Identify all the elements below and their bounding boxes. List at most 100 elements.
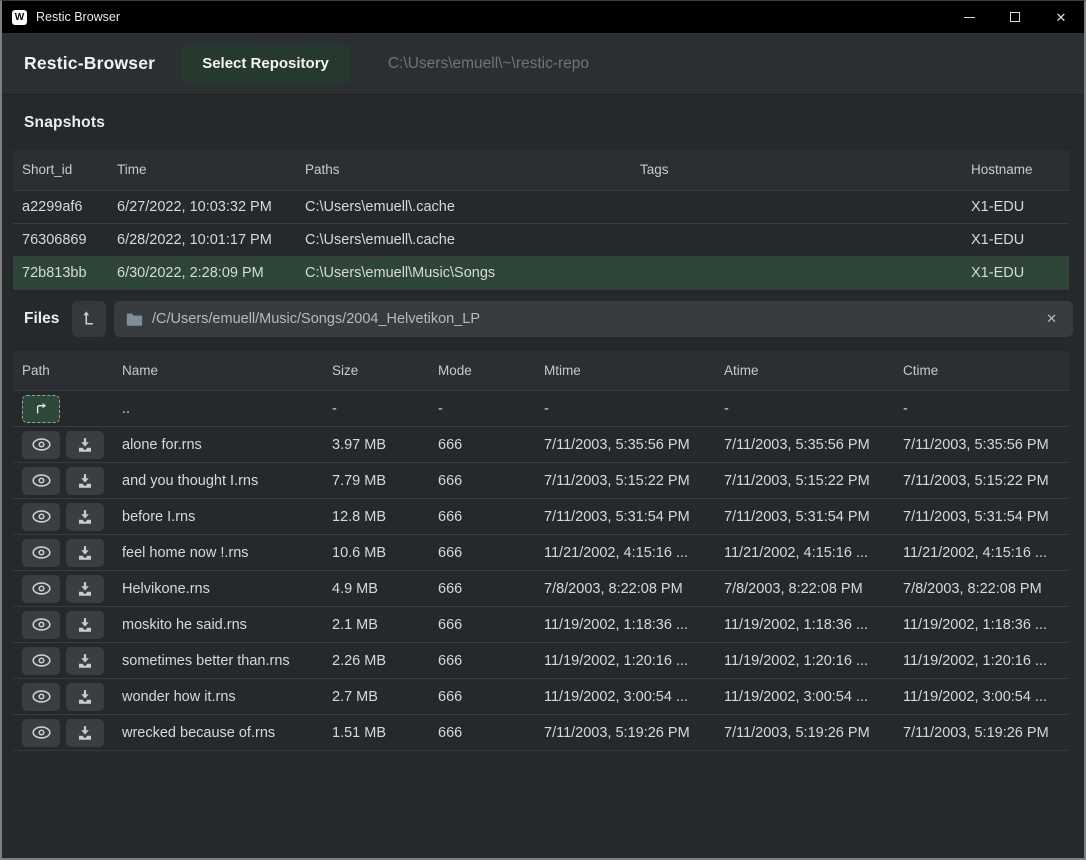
download-file-button[interactable]: [66, 503, 104, 531]
snapshot-time-cell: 6/30/2022, 2:28:09 PM: [108, 256, 296, 289]
download-file-button[interactable]: [66, 575, 104, 603]
clear-path-button[interactable]: ✕: [1042, 309, 1061, 329]
file-ctime-cell: 7/11/2003, 5:19:26 PM: [894, 715, 1069, 751]
file-row[interactable]: wonder how it.rns 2.7 MB 666 11/19/2002,…: [13, 679, 1069, 715]
file-row[interactable]: before I.rns 12.8 MB 666 7/11/2003, 5:31…: [13, 499, 1069, 535]
eye-icon: [31, 653, 52, 668]
preview-file-button[interactable]: [22, 575, 60, 603]
file-actions: [22, 647, 104, 675]
file-size-cell: 4.9 MB: [323, 571, 429, 607]
file-row[interactable]: .. - - - - -: [13, 391, 1069, 427]
snapshot-row[interactable]: a2299af6 6/27/2022, 10:03:32 PM C:\Users…: [13, 190, 1069, 223]
snapshot-tags-cell: [631, 223, 962, 256]
file-size-cell: 1.51 MB: [323, 715, 429, 751]
file-mtime-cell: 7/8/2003, 8:22:08 PM: [535, 571, 715, 607]
file-size-cell: 2.26 MB: [323, 643, 429, 679]
file-ctime-cell: -: [894, 391, 1069, 427]
preview-file-button[interactable]: [22, 611, 60, 639]
download-file-button[interactable]: [66, 683, 104, 711]
snapshot-paths-cell: C:\Users\emuell\Music\Songs: [296, 256, 631, 289]
column-header: Name: [113, 351, 323, 391]
download-file-button[interactable]: [66, 719, 104, 747]
select-repository-button[interactable]: Select Repository: [181, 45, 350, 83]
download-file-button[interactable]: [66, 467, 104, 495]
file-name-cell: alone for.rns: [113, 427, 323, 463]
download-file-button[interactable]: [66, 431, 104, 459]
column-header: Paths: [296, 150, 631, 190]
preview-file-button[interactable]: [22, 719, 60, 747]
column-header: Size: [323, 351, 429, 391]
column-header: Atime: [715, 351, 894, 391]
column-header: Short_id: [13, 150, 108, 190]
download-icon: [77, 617, 93, 633]
files-body: .. - - - - -: [13, 391, 1069, 751]
snapshot-paths-cell: C:\Users\emuell\.cache: [296, 223, 631, 256]
snapshot-row[interactable]: 76306869 6/28/2022, 10:01:17 PM C:\Users…: [13, 223, 1069, 256]
file-ctime-cell: 7/8/2003, 8:22:08 PM: [894, 571, 1069, 607]
download-icon: [77, 653, 93, 669]
go-parent-dir-button[interactable]: [22, 395, 60, 423]
file-size-cell: 2.1 MB: [323, 607, 429, 643]
preview-file-button[interactable]: [22, 683, 60, 711]
file-atime-cell: 11/19/2002, 1:20:16 ...: [715, 643, 894, 679]
maximize-button[interactable]: [992, 1, 1038, 33]
preview-file-button[interactable]: [22, 539, 60, 567]
file-row[interactable]: moskito he said.rns 2.1 MB 666 11/19/200…: [13, 607, 1069, 643]
tree-view-toggle-button[interactable]: [72, 301, 106, 337]
snapshot-tags-cell: [631, 190, 962, 223]
preview-file-button[interactable]: [22, 503, 60, 531]
current-path-field[interactable]: /C/Users/emuell/Music/Songs/2004_Helveti…: [114, 301, 1073, 337]
download-file-button[interactable]: [66, 611, 104, 639]
snapshot-row[interactable]: 72b813bb 6/30/2022, 2:28:09 PM C:\Users\…: [13, 256, 1069, 289]
file-row[interactable]: sometimes better than.rns 2.26 MB 666 11…: [13, 643, 1069, 679]
minimize-button[interactable]: [946, 1, 992, 33]
file-actions-cell: [13, 535, 113, 571]
file-row[interactable]: alone for.rns 3.97 MB 666 7/11/2003, 5:3…: [13, 427, 1069, 463]
download-file-button[interactable]: [66, 647, 104, 675]
file-mode-cell: 666: [429, 463, 535, 499]
preview-file-button[interactable]: [22, 647, 60, 675]
files-header-row: PathNameSizeModeMtimeAtimeCtime: [13, 351, 1069, 391]
close-icon: ✕: [1056, 11, 1067, 24]
eye-icon: [31, 437, 52, 452]
file-actions: [22, 467, 104, 495]
window-controls: ✕: [946, 1, 1084, 33]
file-row[interactable]: Helvikone.rns 4.9 MB 666 7/8/2003, 8:22:…: [13, 571, 1069, 607]
eye-icon: [31, 545, 52, 560]
arrow-up-right-icon: [33, 401, 49, 416]
download-icon: [77, 581, 93, 597]
file-name-cell: Helvikone.rns: [113, 571, 323, 607]
file-row[interactable]: feel home now !.rns 10.6 MB 666 11/21/20…: [13, 535, 1069, 571]
eye-icon: [31, 581, 52, 596]
file-name-cell: moskito he said.rns: [113, 607, 323, 643]
file-row[interactable]: and you thought I.rns 7.79 MB 666 7/11/2…: [13, 463, 1069, 499]
eye-icon: [31, 473, 52, 488]
file-mode-cell: 666: [429, 715, 535, 751]
snapshot-hostname-cell: X1-EDU: [962, 256, 1069, 289]
download-file-button[interactable]: [66, 539, 104, 567]
file-name-cell: wrecked because of.rns: [113, 715, 323, 751]
column-header: Ctime: [894, 351, 1069, 391]
wails-logo-icon: W: [12, 10, 27, 25]
file-mode-cell: 666: [429, 643, 535, 679]
snapshot-paths-cell: C:\Users\emuell\.cache: [296, 190, 631, 223]
file-actions: [22, 683, 104, 711]
download-icon: [77, 509, 93, 525]
files-title: Files: [13, 310, 72, 328]
file-actions: [22, 719, 104, 747]
preview-file-button[interactable]: [22, 431, 60, 459]
app-title: Restic-Browser: [24, 53, 155, 74]
snapshot-short-id-cell: 76306869: [13, 223, 108, 256]
file-mode-cell: 666: [429, 607, 535, 643]
file-mtime-cell: 7/11/2003, 5:35:56 PM: [535, 427, 715, 463]
clear-icon: ✕: [1046, 311, 1057, 326]
file-mode-cell: 666: [429, 427, 535, 463]
file-ctime-cell: 7/11/2003, 5:35:56 PM: [894, 427, 1069, 463]
close-button[interactable]: ✕: [1038, 1, 1084, 33]
file-row[interactable]: wrecked because of.rns 1.51 MB 666 7/11/…: [13, 715, 1069, 751]
toolbar: Restic-Browser Select Repository C:\User…: [2, 33, 1084, 95]
snapshot-time-cell: 6/28/2022, 10:01:17 PM: [108, 223, 296, 256]
file-ctime-cell: 11/19/2002, 1:18:36 ...: [894, 607, 1069, 643]
file-actions-cell: [13, 427, 113, 463]
preview-file-button[interactable]: [22, 467, 60, 495]
